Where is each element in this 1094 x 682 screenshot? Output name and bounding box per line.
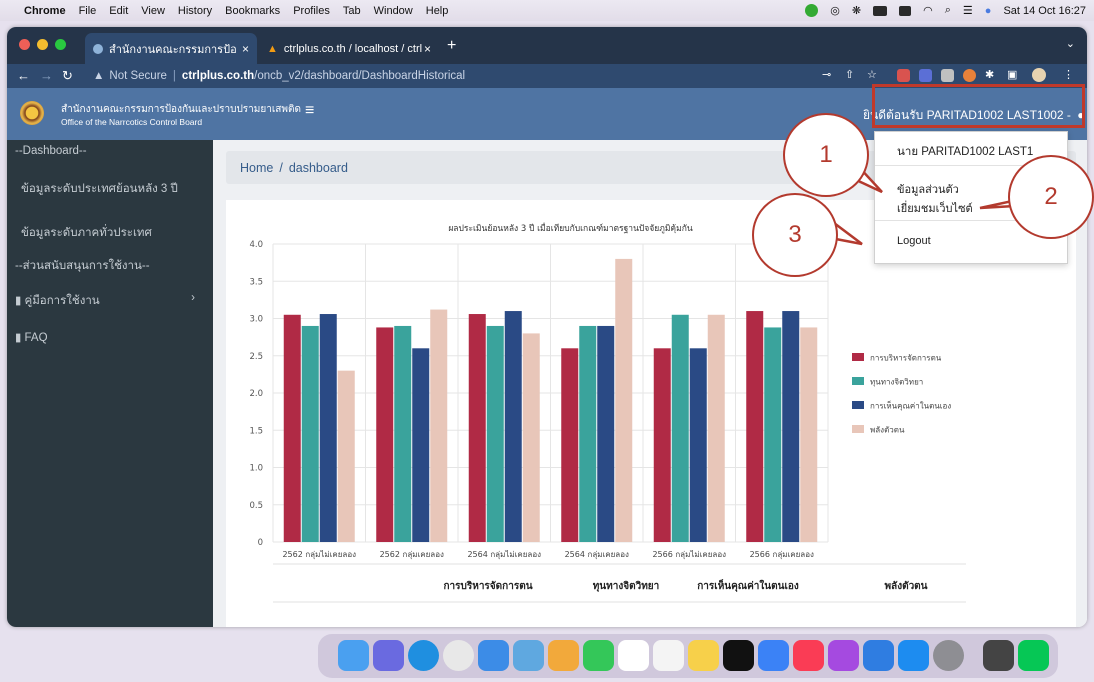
notes-icon[interactable] xyxy=(688,640,719,671)
freeform-icon[interactable] xyxy=(758,640,789,671)
github-desktop-icon[interactable] xyxy=(983,640,1014,671)
line-icon[interactable] xyxy=(1018,640,1049,671)
callout-pointers xyxy=(817,163,1044,246)
launchpad-icon[interactable] xyxy=(373,640,404,671)
chrome-icon[interactable] xyxy=(443,640,474,671)
system-settings-icon[interactable] xyxy=(933,640,964,671)
callout-3: 3 xyxy=(752,193,838,277)
mail-icon[interactable] xyxy=(478,640,509,671)
calendar-icon[interactable] xyxy=(618,640,649,671)
callout-2: 2 xyxy=(1008,155,1094,239)
podcasts-icon[interactable] xyxy=(828,640,859,671)
facetime-icon[interactable] xyxy=(583,640,614,671)
finder-icon[interactable] xyxy=(338,640,369,671)
macos-dock xyxy=(318,634,1058,678)
safari-icon[interactable] xyxy=(408,640,439,671)
music-icon[interactable] xyxy=(793,640,824,671)
reminders-icon[interactable] xyxy=(653,640,684,671)
callout-1: 1 xyxy=(783,113,869,197)
apple-tv-icon[interactable] xyxy=(723,640,754,671)
keynote-icon[interactable] xyxy=(863,640,894,671)
maps-icon[interactable] xyxy=(513,640,544,671)
photos-icon[interactable] xyxy=(548,640,579,671)
app-store-icon[interactable] xyxy=(898,640,929,671)
